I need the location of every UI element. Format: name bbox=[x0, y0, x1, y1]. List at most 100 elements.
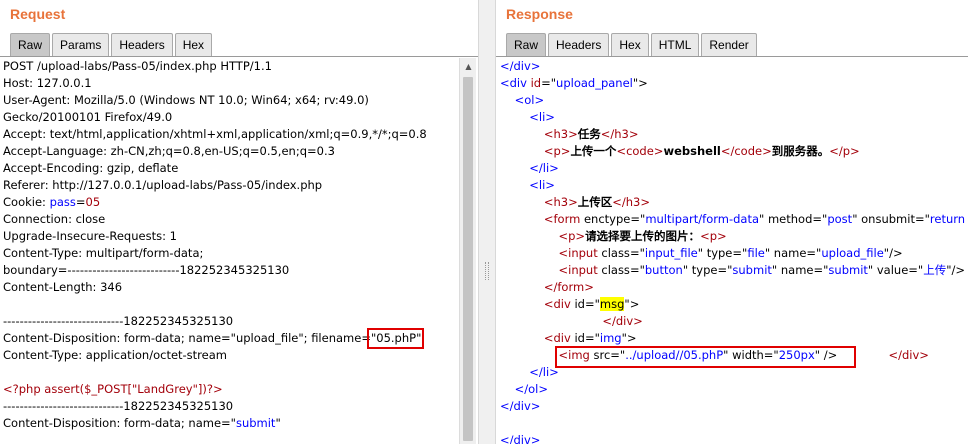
response-token: </code> bbox=[720, 144, 772, 158]
response-token: </div> bbox=[500, 59, 541, 73]
response-line: <input class="button" type="submit" name… bbox=[496, 262, 968, 279]
response-token: </p> bbox=[829, 144, 860, 158]
request-line: Content-Length: 346 bbox=[0, 279, 459, 296]
response-token: " bbox=[682, 263, 692, 277]
response-line: </div> bbox=[496, 398, 968, 415]
response-line: <div id="img"> bbox=[496, 330, 968, 347]
request-token: Host: 127.0.0.1 bbox=[3, 76, 92, 90]
response-token: </div> bbox=[500, 314, 643, 328]
request-line bbox=[0, 364, 459, 381]
response-tab-headers[interactable]: Headers bbox=[548, 33, 610, 56]
response-title: Response bbox=[506, 6, 573, 22]
response-token: </div> bbox=[500, 433, 541, 444]
response-token: onsubmit bbox=[861, 212, 915, 226]
response-token: </h3> bbox=[600, 127, 639, 141]
request-tab-hex[interactable]: Hex bbox=[174, 33, 213, 56]
request-line: Gecko/20100101 Firefox/49.0 bbox=[0, 109, 459, 126]
request-tab-params[interactable]: Params bbox=[52, 33, 110, 56]
response-line: <li> bbox=[496, 109, 968, 126]
response-token: button bbox=[644, 263, 683, 277]
request-line: Cookie: pass=05 bbox=[0, 194, 459, 211]
response-token: =" bbox=[806, 246, 822, 260]
response-token: " bbox=[697, 246, 707, 260]
request-scrollbar[interactable]: ▲ bbox=[459, 58, 476, 444]
splitter-grip-icon[interactable] bbox=[485, 262, 489, 280]
response-panel: Response Raw Headers Hex HTML Render </d… bbox=[496, 0, 968, 444]
scroll-thumb[interactable] bbox=[463, 77, 473, 441]
response-token: "> bbox=[632, 76, 648, 90]
response-token: <h3> bbox=[500, 127, 578, 141]
response-token: <ol> bbox=[500, 93, 545, 107]
request-token: Upgrade-Insecure-Requests: 1 bbox=[3, 229, 177, 243]
response-token: class bbox=[601, 263, 630, 277]
request-token: pass bbox=[49, 195, 76, 209]
response-token: <p> bbox=[700, 229, 727, 243]
response-token: =" bbox=[630, 212, 646, 226]
response-token: =" bbox=[584, 297, 600, 311]
response-token: <input bbox=[500, 263, 602, 277]
response-token: <div bbox=[500, 297, 575, 311]
response-token: =" bbox=[914, 212, 930, 226]
response-line: </div> bbox=[496, 432, 968, 444]
request-line: Connection: close bbox=[0, 211, 459, 228]
response-token: 上传 bbox=[923, 263, 947, 277]
response-token: post bbox=[827, 212, 853, 226]
request-raw-editor[interactable]: POST /upload-labs/Pass-05/index.php HTTP… bbox=[0, 58, 459, 444]
response-token: <li> bbox=[500, 178, 555, 192]
response-token: " bbox=[852, 212, 862, 226]
response-token: "> bbox=[621, 331, 637, 345]
panel-splitter[interactable] bbox=[478, 0, 496, 444]
response-token: 请选择要上传的图片： bbox=[585, 229, 701, 243]
request-token: Accept: text/html,application/xhtml+xml,… bbox=[3, 127, 427, 141]
response-token: 到服务器。 bbox=[771, 144, 830, 158]
request-token: Content-Disposition: form-data; name=" bbox=[3, 416, 236, 430]
request-panel: Request Raw Params Headers Hex POST /upl… bbox=[0, 0, 478, 444]
request-tab-headers[interactable]: Headers bbox=[111, 33, 173, 56]
request-tabs-divider bbox=[0, 56, 478, 57]
response-token: <p> bbox=[500, 144, 571, 158]
response-line: <form enctype="multipart/form-data" meth… bbox=[496, 211, 968, 228]
response-tab-hex[interactable]: Hex bbox=[611, 33, 649, 56]
response-token: id bbox=[574, 331, 585, 345]
response-token: "/> bbox=[946, 263, 966, 277]
request-token: <?php assert($_POST["LandGrey"])?> bbox=[3, 382, 223, 396]
response-line: </div> bbox=[496, 313, 968, 330]
response-tab-render[interactable]: Render bbox=[701, 33, 757, 56]
request-token: boundary=---------------------------1822… bbox=[3, 263, 290, 277]
response-tab-html[interactable]: HTML bbox=[650, 33, 700, 56]
request-token: -----------------------------18225234532… bbox=[3, 399, 234, 413]
response-tabs-divider bbox=[496, 56, 968, 57]
response-line bbox=[496, 415, 968, 432]
request-line: boundary=---------------------------1822… bbox=[0, 262, 459, 279]
response-token: "/> bbox=[883, 246, 903, 260]
response-token: <p> bbox=[500, 229, 586, 243]
response-tab-raw[interactable]: Raw bbox=[506, 33, 547, 56]
response-token: =" bbox=[584, 331, 600, 345]
response-token: value bbox=[876, 263, 909, 277]
response-token: =" bbox=[717, 263, 733, 277]
request-line: <?php assert($_POST["LandGrey"])?> bbox=[0, 381, 459, 398]
request-token: Content-Length: 346 bbox=[3, 280, 123, 294]
request-tab-raw[interactable]: Raw bbox=[10, 33, 51, 56]
request-line bbox=[0, 296, 459, 313]
response-token: class bbox=[601, 246, 630, 260]
response-token: upload_file bbox=[821, 246, 884, 260]
response-line: </ol> bbox=[496, 381, 968, 398]
response-line: <h3>上传区</h3> bbox=[496, 194, 968, 211]
response-line: <div id="upload_panel"> bbox=[496, 75, 968, 92]
scroll-up-arrow-icon[interactable]: ▲ bbox=[460, 58, 477, 75]
request-line: Host: 127.0.0.1 bbox=[0, 75, 459, 92]
response-token: " bbox=[759, 212, 768, 226]
request-token: 05 bbox=[85, 195, 101, 209]
response-token: <h3> bbox=[500, 195, 578, 209]
response-token: 任务 bbox=[577, 127, 601, 141]
request-line: POST /upload-labs/Pass-05/index.php HTTP… bbox=[0, 58, 459, 75]
request-line: Content-Type: multipart/form-data; bbox=[0, 245, 459, 262]
img-src-highlight-box bbox=[555, 346, 856, 368]
response-token: 上传一个 bbox=[570, 144, 617, 158]
response-token: =" bbox=[908, 263, 924, 277]
response-line: <ol> bbox=[496, 92, 968, 109]
response-token: " bbox=[764, 246, 774, 260]
response-token: </div> bbox=[500, 399, 541, 413]
response-raw-editor[interactable]: </div> <div id="upload_panel"> <ol> <li> … bbox=[496, 58, 968, 444]
